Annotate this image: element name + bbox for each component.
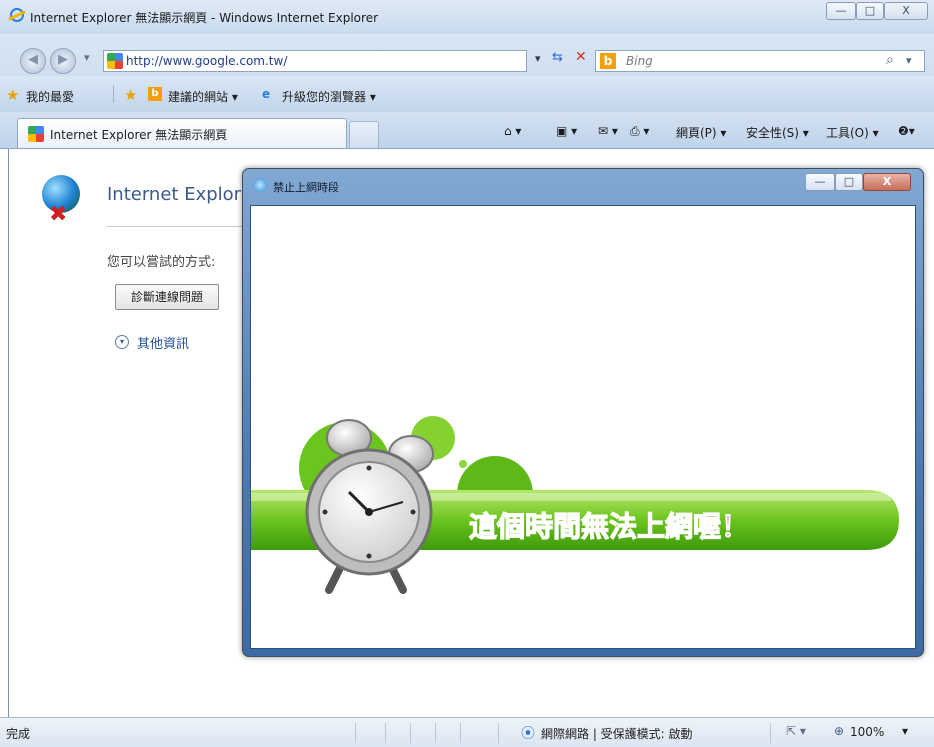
minimize-button[interactable]: — — [826, 2, 856, 20]
google-favicon-icon — [107, 53, 123, 69]
close-button[interactable]: X — [884, 2, 928, 20]
tab-favicon-icon — [28, 126, 44, 142]
address-dropdown-icon[interactable]: ▾ — [535, 52, 541, 65]
new-tab-button[interactable] — [349, 121, 379, 148]
status-divider — [460, 723, 461, 743]
address-input[interactable]: http://www.google.com.tw/ — [103, 50, 527, 72]
maximize-icon: □ — [864, 4, 876, 17]
stop-icon[interactable]: ✕ — [575, 49, 587, 65]
status-divider — [498, 723, 499, 743]
banner-illustration: 這個時間無法上網喔！ — [251, 416, 899, 594]
search-input[interactable]: b Bing ⌕ ▾ — [595, 50, 925, 72]
dialog-close-button[interactable]: X — [863, 173, 911, 191]
status-divider — [770, 723, 771, 743]
internet-zone-icon: ⦿ — [521, 726, 535, 742]
title-bar: Internet Explorer 無法顯示網頁 - Windows Inter… — [0, 0, 934, 35]
suggested-sites-icon: b — [148, 87, 162, 101]
protected-mode-icon[interactable]: ⇱ ▾ — [786, 724, 806, 738]
upgrade-ie-icon: e — [262, 87, 271, 101]
status-divider — [355, 723, 356, 743]
expand-more-icon[interactable]: ▾ — [115, 335, 129, 349]
safety-menu[interactable]: 安全性(S) ▾ — [746, 124, 809, 141]
bing-logo-icon: b — [600, 53, 616, 69]
status-text: 完成 — [6, 727, 31, 741]
error-title: Internet Explor — [107, 184, 242, 205]
close-icon: X — [882, 175, 892, 188]
page-menu[interactable]: 網頁(P) ▾ — [676, 124, 726, 141]
zoom-icon: ⊕ — [834, 724, 845, 738]
dialog-title: 禁止上網時段 — [273, 181, 339, 194]
status-bar: 完成 ⦿ 網際網路 | 受保護模式: 啟動 ⇱ ▾ ⊕ 100% ▾ — [0, 717, 934, 747]
error-x-icon: ✖ — [49, 202, 68, 227]
dialog-minimize-button[interactable]: — — [805, 173, 835, 191]
security-zone-text[interactable]: 網際網路 | 受保護模式: 啟動 — [541, 725, 693, 742]
favorites-button[interactable]: 我的最愛 — [26, 88, 74, 105]
window-title: Internet Explorer 無法顯示網頁 - Windows Inter… — [30, 11, 379, 25]
favorites-bar: ★ 我的最愛 ★ b 建議的網站 ▾ e 升級您的瀏覽器 ▾ — [0, 76, 934, 113]
back-icon: ◀ — [28, 52, 38, 67]
favorites-star-icon[interactable]: ★ — [6, 86, 19, 104]
status-divider — [410, 723, 411, 743]
help-button[interactable]: ❷▾ — [898, 124, 915, 138]
tab-active[interactable]: Internet Explorer 無法顯示網頁 — [17, 118, 347, 148]
favorites-divider — [113, 85, 114, 103]
address-bar-row: ◀ ▶ ▾ http://www.google.com.tw/ ▾ ⇆ ✕ b … — [0, 34, 934, 76]
minimize-icon: — — [814, 175, 826, 188]
ie-logo-icon — [10, 8, 24, 22]
suggested-sites-button[interactable]: 建議的網站 ▾ — [168, 88, 238, 105]
search-dropdown-icon[interactable]: ▾ — [906, 54, 912, 67]
diagnose-connection-button[interactable]: 診斷連線問題 — [115, 284, 219, 310]
dialog-content: 這個時間無法上網喔！ — [250, 205, 916, 649]
url-text: http://www.google.com.tw/ — [126, 54, 288, 68]
maximize-icon: □ — [843, 175, 855, 188]
more-info-link[interactable]: 其他資訊 — [137, 333, 189, 352]
maximize-button[interactable]: □ — [856, 2, 884, 20]
close-icon: X — [902, 4, 910, 17]
back-button[interactable]: ◀ — [20, 48, 46, 74]
forward-icon: ▶ — [58, 52, 68, 67]
banner-text: 這個時間無法上網喔！ — [469, 510, 749, 543]
refresh-icon[interactable]: ⇆ — [552, 50, 563, 65]
read-mail-button[interactable]: ✉ ▾ — [598, 124, 618, 138]
zoom-level[interactable]: 100% — [850, 725, 884, 739]
error-divider — [107, 226, 247, 227]
dialog-maximize-button[interactable]: □ — [835, 173, 863, 191]
feeds-button[interactable]: ▣ ▾ — [556, 124, 577, 138]
upgrade-browser-button[interactable]: 升級您的瀏覽器 ▾ — [282, 88, 376, 105]
dialog-app-icon — [253, 178, 267, 192]
try-label: 您可以嘗試的方式: — [107, 255, 216, 270]
zoom-dropdown-icon[interactable]: ▾ — [902, 724, 908, 738]
minimize-icon: — — [835, 4, 847, 17]
search-icon[interactable]: ⌕ — [886, 52, 894, 68]
tools-menu[interactable]: 工具(O) ▾ — [826, 124, 879, 141]
print-button[interactable]: ⎙ ▾ — [630, 124, 649, 139]
history-dropdown-icon[interactable]: ▾ — [84, 51, 90, 64]
status-divider — [385, 723, 386, 743]
status-divider — [435, 723, 436, 743]
search-placeholder: Bing — [626, 54, 653, 68]
decor-circle — [459, 460, 467, 468]
home-button[interactable]: ⌂ ▾ — [504, 124, 521, 138]
blocked-time-dialog: 禁止上網時段 — □ X 這個時間無法上網喔！ — [242, 168, 924, 657]
forward-button[interactable]: ▶ — [50, 48, 76, 74]
tab-bar: Internet Explorer 無法顯示網頁 ⌂ ▾ ▣ ▾ ✉ ▾ ⎙ ▾… — [0, 112, 934, 149]
add-favorite-icon[interactable]: ★ — [124, 86, 137, 104]
tab-label: Internet Explorer 無法顯示網頁 — [50, 128, 228, 142]
